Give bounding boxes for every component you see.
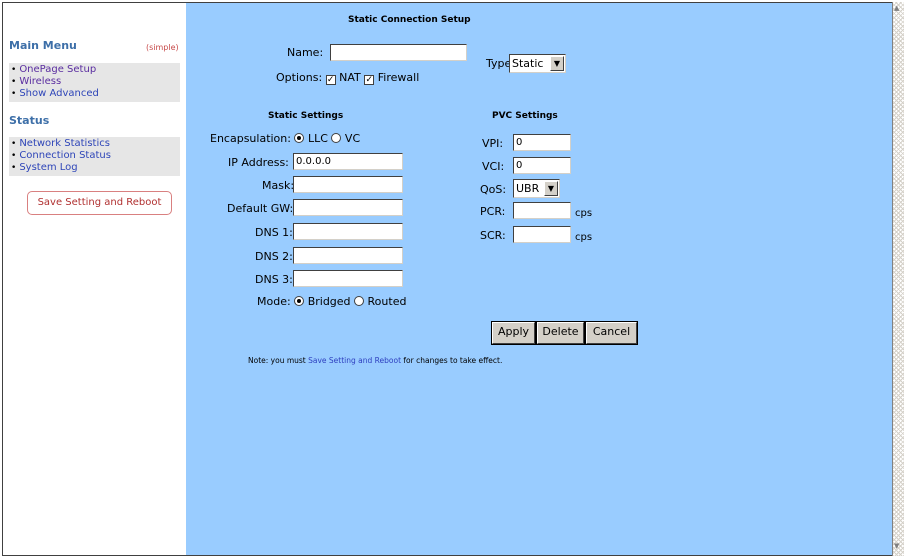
vpi-input[interactable]: 0 [513,134,571,151]
chevron-down-icon[interactable]: ▼ [550,56,564,71]
firewall-label: Firewall [377,71,420,84]
mask-input[interactable] [293,176,403,193]
sidebar-item-connection-status[interactable]: • Connection Status [9,150,180,162]
options-row: Options: ✓ NAT ✓ Firewall [276,71,419,85]
mask-label: Mask: [262,179,295,192]
cancel-button[interactable]: Cancel [585,321,638,345]
note-suffix: for changes to take effect. [401,356,503,365]
status-list: • Network Statistics • Connection Status •… [9,137,180,176]
main-menu-list: • OnePage Setup • Wireless • Show Advanced [9,63,180,102]
vci-input[interactable]: 0 [513,157,571,174]
sidebar-item-wireless[interactable]: • Wireless [9,76,180,88]
pcr-unit: cps [575,208,593,219]
name-label: Name: [287,46,324,59]
sidebar-item-onepage-setup[interactable]: • OnePage Setup [9,64,180,76]
main-panel: Static Connection Setup Name: Type: Stat… [186,3,892,555]
qos-label: QoS: [480,183,507,196]
note-save-link[interactable]: Save Setting and Reboot [308,356,401,365]
scr-input[interactable] [513,226,571,243]
sidebar-item-network-statistics[interactable]: • Network Statistics [9,138,180,150]
qos-select-value: UBR [516,182,540,195]
mode-row: Mode: Bridged Routed [257,295,406,308]
llc-label: LLC [307,132,328,145]
note-text: Note: you must Save Setting and Reboot f… [248,356,502,365]
bullet-icon: • [11,89,17,99]
llc-radio[interactable] [294,133,305,143]
firewall-checkbox[interactable]: ✓ [364,75,375,85]
dns2-label: DNS 2: [255,250,293,263]
chevron-down-icon[interactable]: ▼ [544,181,558,196]
encapsulation-label: Encapsulation: [210,132,291,145]
type-select[interactable]: Static ▼ [509,54,566,73]
sidebar-item-system-log[interactable]: • System Log [9,162,180,174]
options-label: Options: [276,71,323,84]
vpi-label: VPI: [482,137,504,150]
type-select-value: Static [512,57,544,70]
dns1-label: DNS 1: [255,226,293,239]
bridged-label: Bridged [307,295,351,308]
vc-radio[interactable] [331,133,342,143]
bullet-icon: • [11,163,17,173]
static-settings-heading: Static Settings [268,111,344,121]
page-title: Static Connection Setup [348,15,471,25]
simple-mode-link[interactable]: (simple) [146,43,179,52]
pcr-label: PCR: [480,205,506,218]
nat-checkbox[interactable]: ✓ [325,75,336,85]
name-input[interactable] [330,44,467,61]
routed-radio[interactable] [354,296,365,306]
save-setting-reboot-button[interactable]: Save Setting and Reboot [27,191,172,215]
dns2-input[interactable] [293,247,403,264]
scr-label: SCR: [480,229,506,242]
bullet-icon: • [11,151,17,161]
note-prefix: Note: you must [248,356,309,365]
scroll-up-icon[interactable]: ▲ [894,4,899,12]
delete-button[interactable]: Delete [536,321,585,345]
main-menu-title: Main Menu [9,39,77,52]
apply-button[interactable]: Apply [491,321,536,345]
bullet-icon: • [11,65,17,75]
qos-select[interactable]: UBR ▼ [513,179,560,198]
encapsulation-row: Encapsulation: LLC VC [210,132,360,145]
ip-address-label: IP Address: [228,156,289,169]
vci-label: VCI: [482,160,505,173]
default-gw-input[interactable] [293,199,403,216]
nat-label: NAT [339,71,361,84]
bullet-icon: • [11,139,17,149]
dns3-input[interactable] [293,270,403,287]
sidebar-item-show-advanced[interactable]: • Show Advanced [9,88,180,100]
default-gw-label: Default GW: [227,202,294,215]
bridged-radio[interactable] [294,296,305,306]
pcr-input[interactable] [513,202,571,219]
status-title: Status [9,114,50,127]
ip-address-input[interactable]: 0.0.0.0 [293,153,403,170]
mode-label: Mode: [257,295,291,308]
vc-label: VC [344,132,361,145]
scr-unit: cps [575,232,593,243]
scrollbar[interactable]: ▲ ▼ [892,2,904,556]
scroll-down-icon[interactable]: ▼ [894,542,899,550]
bullet-icon: • [11,77,17,87]
pvc-settings-heading: PVC Settings [492,111,558,121]
dns3-label: DNS 3: [255,273,293,286]
sidebar: Main Menu (simple) • OnePage Setup • Wirel… [3,3,185,555]
dns1-input[interactable] [293,223,403,240]
routed-label: Routed [367,295,407,308]
